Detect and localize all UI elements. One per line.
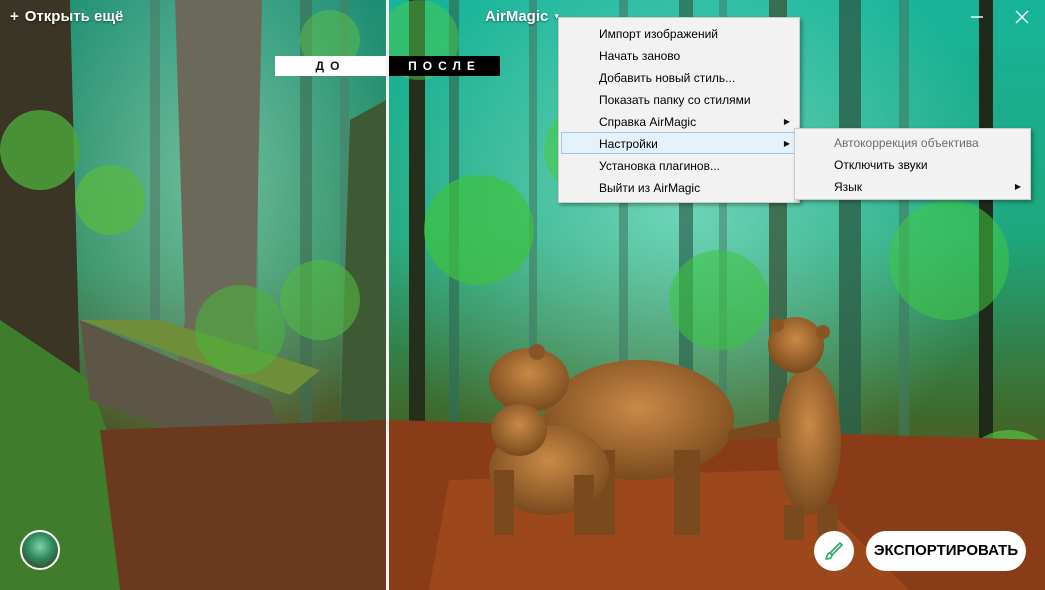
menu-item-install-plugins[interactable]: Установка плагинов... [561,154,797,176]
menu-item-label: Установка плагинов... [599,159,720,173]
app-menu-button[interactable]: AirMagic ▾ [485,8,559,25]
menu-item-help[interactable]: Справка AirMagic ▶ [561,110,797,132]
after-label: ПОСЛЕ [389,56,500,76]
close-icon [1015,10,1029,24]
menu-item-start-over[interactable]: Начать заново [561,44,797,66]
app-title: AirMagic [485,8,549,25]
image-thumbnail[interactable] [20,530,60,570]
before-forest-scene [0,0,386,590]
export-button[interactable]: ЭКСПОРТИРОВАТЬ [866,531,1026,571]
menu-item-label: Справка AirMagic [599,115,697,129]
app-context-menu: Импорт изображений Начать заново Добавит… [558,17,800,203]
menu-item-add-style[interactable]: Добавить новый стиль... [561,66,797,88]
close-button[interactable] [1011,6,1033,28]
menu-item-label: Выйти из AirMagic [599,181,701,195]
menu-item-show-styles-folder[interactable]: Показать папку со стилями [561,88,797,110]
menu-item-quit[interactable]: Выйти из AirMagic [561,176,797,198]
menu-item-label: Импорт изображений [599,27,718,41]
menu-item-label: Язык [834,180,863,194]
settings-submenu: Автокоррекция объектива Отключить звуки … [794,128,1031,200]
menu-item-label: Показать папку со стилями [599,93,751,107]
submenu-arrow-icon: ▶ [1014,182,1021,191]
menu-item-label: Начать заново [599,49,681,63]
menu-item-label: Отключить звуки [834,158,928,172]
submenu-arrow-icon: ▶ [783,139,790,148]
minimize-icon [971,16,983,18]
menu-item-import-images[interactable]: Импорт изображений [561,22,797,44]
menu-item-label: Настройки [599,137,658,151]
open-more-button[interactable]: + Открыть ещё [10,8,123,25]
open-more-label: Открыть ещё [24,8,124,25]
menu-item-label: Автокоррекция объектива [834,136,979,150]
submenu-item-language[interactable]: Язык ▶ [797,175,1028,197]
menu-item-settings[interactable]: Настройки ▶ [561,132,797,154]
submenu-arrow-icon: ▶ [783,117,790,126]
menu-item-label: Добавить новый стиль... [599,71,736,85]
minimize-button[interactable] [966,6,988,28]
plus-icon: + [10,8,19,25]
submenu-item-mute-sounds[interactable]: Отключить звуки [797,153,1028,175]
submenu-item-lens-correction: Автокоррекция объектива [797,131,1028,153]
brush-icon [825,542,843,560]
before-after-divider[interactable] [386,0,389,590]
brush-button[interactable] [814,531,854,571]
before-image [0,0,386,590]
before-label: ДО [275,56,386,76]
